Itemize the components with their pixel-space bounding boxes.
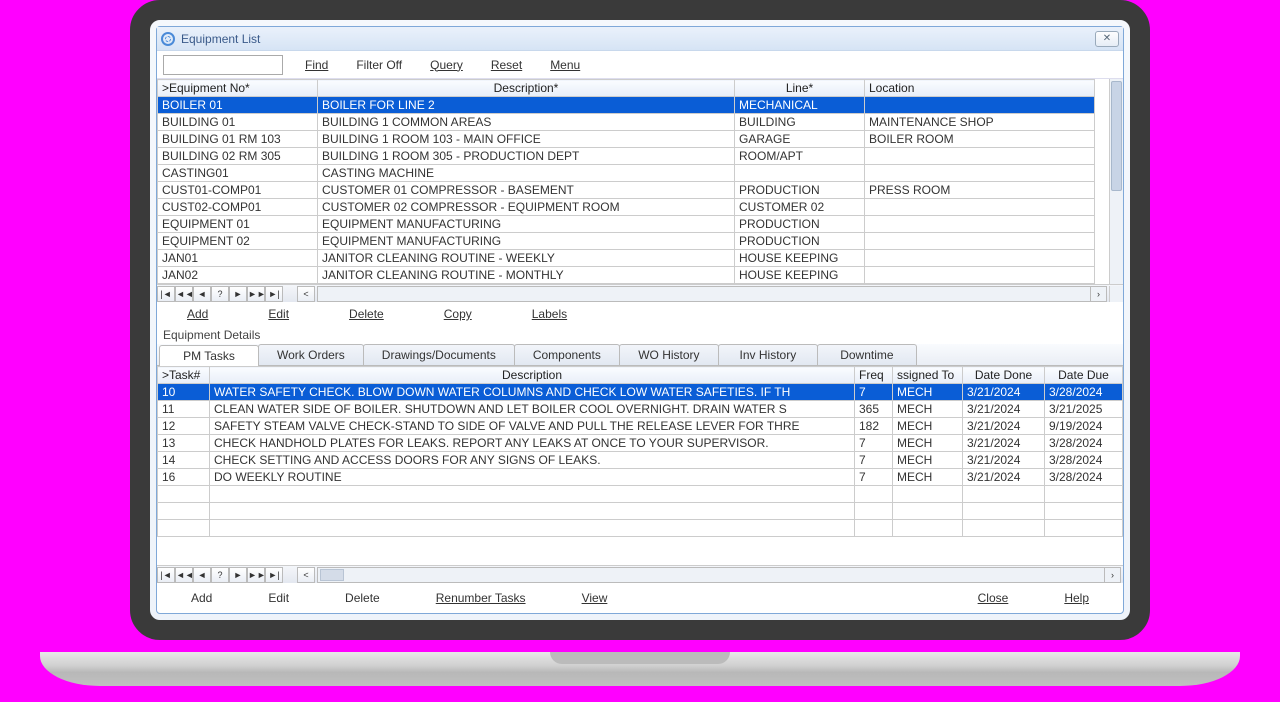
- titlebar: Equipment List ✕: [157, 27, 1123, 51]
- screen: Equipment List ✕ Find Filter Off Query R…: [130, 0, 1150, 640]
- equipment-actions: Add Edit Delete Copy Labels: [157, 302, 1123, 326]
- task-edit-button[interactable]: Edit: [262, 589, 295, 607]
- table-row[interactable]: CUST01-COMP01CUSTOMER 01 COMPRESSOR - BA…: [158, 182, 1095, 199]
- col-freq[interactable]: Freq: [855, 367, 893, 384]
- copy-button[interactable]: Copy: [438, 305, 478, 323]
- col-assigned[interactable]: ssigned To: [893, 367, 963, 384]
- equipment-grid[interactable]: >Equipment No* Description* Line* Locati…: [157, 79, 1095, 284]
- equipment-grid-container: >Equipment No* Description* Line* Locati…: [157, 79, 1123, 284]
- tasks-grid[interactable]: >Task# Description Freq ssigned To Date …: [157, 366, 1123, 537]
- col-task-desc[interactable]: Description: [210, 367, 855, 384]
- nav-next[interactable]: ►: [229, 286, 247, 302]
- tab-drawings[interactable]: Drawings/Documents: [363, 344, 515, 365]
- close-window-button[interactable]: ✕: [1095, 31, 1119, 47]
- table-row[interactable]: EQUIPMENT 02EQUIPMENT MANUFACTURINGPRODU…: [158, 233, 1095, 250]
- col-equipment-no[interactable]: >Equipment No*: [158, 80, 318, 97]
- window-title: Equipment List: [181, 32, 260, 46]
- query-menu[interactable]: Query: [424, 56, 469, 74]
- table-row[interactable]: BUILDING 02 RM 305BUILDING 1 ROOM 305 - …: [158, 148, 1095, 165]
- tnav-help[interactable]: ?: [211, 567, 229, 583]
- tab-inv-history[interactable]: Inv History: [718, 344, 818, 365]
- task-add-button[interactable]: Add: [185, 589, 218, 607]
- close-button[interactable]: Close: [972, 589, 1015, 607]
- table-row-empty: [158, 503, 1123, 520]
- table-row[interactable]: 12SAFETY STEAM VALVE CHECK-STAND TO SIDE…: [158, 418, 1123, 435]
- nav-first[interactable]: |◄: [157, 286, 175, 302]
- tab-wo-history[interactable]: WO History: [619, 344, 719, 365]
- add-button[interactable]: Add: [181, 305, 214, 323]
- reset-menu[interactable]: Reset: [485, 56, 528, 74]
- table-row[interactable]: JAN01JANITOR CLEANING ROUTINE - WEEKLYHO…: [158, 250, 1095, 267]
- menu-menu[interactable]: Menu: [544, 56, 586, 74]
- tasks-nav: |◄ ◄◄ ◄ ? ► ►► ►| < ›: [157, 565, 1123, 583]
- table-row[interactable]: JAN02JANITOR CLEANING ROUTINE - MONTHLYH…: [158, 267, 1095, 284]
- view-button[interactable]: View: [576, 589, 614, 607]
- col-date-done[interactable]: Date Done: [963, 367, 1045, 384]
- nav-sep[interactable]: <: [297, 286, 315, 302]
- footer: Add Edit Delete Renumber Tasks View Clos…: [157, 583, 1123, 613]
- toolbar: Find Filter Off Query Reset Menu: [157, 51, 1123, 79]
- tnav-fastprev[interactable]: ◄◄: [175, 567, 193, 583]
- tnav-sep[interactable]: <: [297, 567, 315, 583]
- tnav-last[interactable]: ►|: [265, 567, 283, 583]
- laptop-base: [40, 652, 1240, 686]
- tab-components[interactable]: Components: [514, 344, 620, 365]
- nav-fastnext[interactable]: ►►: [247, 286, 265, 302]
- equipment-vertical-scrollbar[interactable]: [1109, 79, 1123, 284]
- tnav-first[interactable]: |◄: [157, 567, 175, 583]
- equipment-details-label: Equipment Details: [157, 326, 1123, 344]
- col-location[interactable]: Location: [865, 80, 1095, 97]
- labels-button[interactable]: Labels: [526, 305, 573, 323]
- nav-help[interactable]: ?: [211, 286, 229, 302]
- tab-pm-tasks[interactable]: PM Tasks: [159, 345, 259, 366]
- table-row[interactable]: BUILDING 01BUILDING 1 COMMON AREASBUILDI…: [158, 114, 1095, 131]
- laptop-frame: Equipment List ✕ Find Filter Off Query R…: [130, 0, 1150, 660]
- col-description[interactable]: Description*: [318, 80, 735, 97]
- table-row-empty: [158, 486, 1123, 503]
- table-row[interactable]: 10WATER SAFETY CHECK. BLOW DOWN WATER CO…: [158, 384, 1123, 401]
- table-row[interactable]: 13CHECK HANDHOLD PLATES FOR LEAKS. REPOR…: [158, 435, 1123, 452]
- gear-icon: [161, 32, 175, 46]
- filter-off-menu[interactable]: Filter Off: [350, 56, 408, 74]
- tasks-horizontal-scrollbar[interactable]: ›: [317, 567, 1121, 583]
- nav-prev[interactable]: ◄: [193, 286, 211, 302]
- table-row-empty: [158, 520, 1123, 537]
- nav-last[interactable]: ►|: [265, 286, 283, 302]
- col-line[interactable]: Line*: [735, 80, 865, 97]
- tnav-next[interactable]: ►: [229, 567, 247, 583]
- table-row[interactable]: 16DO WEEKLY ROUTINE7MECH3/21/20243/28/20…: [158, 469, 1123, 486]
- delete-button[interactable]: Delete: [343, 305, 390, 323]
- table-row[interactable]: CUST02-COMP01CUSTOMER 02 COMPRESSOR - EQ…: [158, 199, 1095, 216]
- help-button[interactable]: Help: [1058, 589, 1095, 607]
- col-date-due[interactable]: Date Due: [1045, 367, 1123, 384]
- scroll-corner: [1109, 286, 1123, 302]
- task-delete-button[interactable]: Delete: [339, 589, 386, 607]
- renumber-tasks-button[interactable]: Renumber Tasks: [430, 589, 532, 607]
- tab-downtime[interactable]: Downtime: [817, 344, 917, 365]
- nav-fastprev[interactable]: ◄◄: [175, 286, 193, 302]
- app-window: Equipment List ✕ Find Filter Off Query R…: [156, 26, 1124, 614]
- equipment-nav: |◄ ◄◄ ◄ ? ► ►► ►| < ›: [157, 284, 1123, 302]
- table-row[interactable]: BOILER 01BOILER FOR LINE 2MECHANICAL: [158, 97, 1095, 114]
- search-input[interactable]: [163, 55, 283, 75]
- tnav-fastnext[interactable]: ►►: [247, 567, 265, 583]
- table-row[interactable]: CASTING01CASTING MACHINE: [158, 165, 1095, 182]
- table-row[interactable]: BUILDING 01 RM 103BUILDING 1 ROOM 103 - …: [158, 131, 1095, 148]
- table-row[interactable]: 11CLEAN WATER SIDE OF BOILER. SHUTDOWN A…: [158, 401, 1123, 418]
- table-row[interactable]: 14CHECK SETTING AND ACCESS DOORS FOR ANY…: [158, 452, 1123, 469]
- tab-work-orders[interactable]: Work Orders: [258, 344, 364, 365]
- equipment-horizontal-scrollbar[interactable]: ›: [317, 286, 1107, 302]
- detail-tabs: PM Tasks Work Orders Drawings/Documents …: [157, 344, 1123, 366]
- find-menu[interactable]: Find: [299, 56, 334, 74]
- col-task[interactable]: >Task#: [158, 367, 210, 384]
- tnav-prev[interactable]: ◄: [193, 567, 211, 583]
- table-row[interactable]: EQUIPMENT 01EQUIPMENT MANUFACTURINGPRODU…: [158, 216, 1095, 233]
- edit-button[interactable]: Edit: [262, 305, 295, 323]
